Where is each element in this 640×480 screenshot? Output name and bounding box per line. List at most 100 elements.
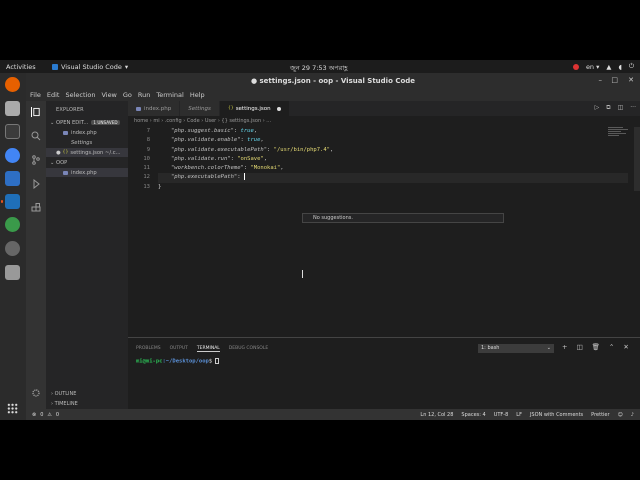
menu-view[interactable]: View — [101, 91, 116, 99]
explorer-header: EXPLORER — [56, 107, 84, 113]
mouse-ibeam-cursor — [302, 270, 306, 278]
prompt-user: mi@mi-pc — [136, 358, 163, 365]
timeline-section[interactable]: › TIMELINE — [46, 399, 128, 409]
code-editor[interactable]: "php.suggest.basic": true, "php.validate.… — [158, 127, 628, 192]
breadcrumb[interactable]: home › mi › .config › Code › User › {} s… — [134, 118, 271, 124]
run-icon[interactable]: ▷ — [595, 104, 600, 112]
open-editor-item[interactable]: Settings — [46, 138, 128, 147]
open-editor-label: settings.json ~/.c... — [70, 149, 121, 156]
menu-help[interactable]: Help — [190, 91, 205, 99]
explorer-icon[interactable] — [31, 107, 41, 117]
terminal-icon[interactable] — [5, 124, 20, 139]
menu-go[interactable]: Go — [123, 91, 132, 99]
settings-gear-icon[interactable] — [31, 388, 41, 398]
code-line[interactable]: } — [158, 183, 628, 192]
menu-run[interactable]: Run — [138, 91, 150, 99]
tab-settings-json[interactable]: {} settings.json — [219, 101, 290, 116]
open-editor-item[interactable]: ● {} settings.json ~/.c... — [46, 148, 128, 157]
tab-index-php[interactable]: index.php — [128, 101, 181, 116]
files-icon[interactable] — [5, 101, 20, 116]
show-applications-icon[interactable] — [7, 403, 18, 414]
open-editor-item[interactable]: index.php — [46, 128, 128, 137]
firefox-icon[interactable] — [5, 77, 20, 92]
code-line[interactable]: "php.executablePath": — [158, 173, 628, 183]
terminal-select[interactable]: 1: bash ⌄ — [478, 344, 554, 353]
split-editor-icon[interactable]: ◫ — [618, 104, 624, 112]
app-menu[interactable]: Visual Studio Code ▾ — [52, 63, 128, 71]
more-actions-icon[interactable]: ··· — [630, 104, 636, 112]
open-editors-section[interactable]: ⌄ OPEN EDIT... 1 UNSAVED — [46, 118, 128, 127]
bell-icon[interactable]: ♪ — [631, 412, 634, 418]
indentation[interactable]: Spaces: 4 — [461, 412, 485, 418]
prettier-status[interactable]: Prettier — [591, 412, 609, 418]
close-panel-icon[interactable]: ✕ — [623, 343, 628, 351]
vscode-dock-icon[interactable] — [5, 194, 20, 209]
status-bar: ⊗ 0 ⚠ 0 Ln 12, Col 28 Spaces: 4 UTF-8 LF… — [26, 409, 640, 420]
terminal-output[interactable]: mi@mi-pc:~/Desktop/oop$ — [136, 358, 220, 365]
open-preview-icon[interactable]: ⧉ — [606, 104, 610, 112]
maximize-panel-icon[interactable]: ⌃ — [609, 343, 614, 351]
tab-settings[interactable]: Settings — [180, 101, 220, 116]
extensions-icon[interactable] — [31, 203, 41, 213]
run-debug-icon[interactable] — [31, 179, 41, 189]
feedback-icon[interactable]: ☺ — [618, 412, 623, 418]
recording-icon[interactable] — [572, 63, 579, 70]
line-ending[interactable]: LF — [516, 412, 522, 418]
code-line[interactable]: "php.validate.enable": true, — [158, 136, 628, 145]
tab-output[interactable]: OUTPUT — [170, 346, 188, 352]
activity-bar — [26, 101, 46, 409]
tab-problems[interactable]: PROBLEMS — [136, 346, 161, 352]
close-icon[interactable]: ✕ — [628, 76, 634, 84]
code-line[interactable]: "php.validate.run": "onSave", — [158, 155, 628, 164]
new-terminal-icon[interactable]: + — [562, 343, 567, 351]
disk-icon[interactable] — [5, 241, 20, 256]
browser-icon[interactable] — [5, 217, 20, 232]
code-line[interactable]: "workbench.colorTheme": "Monokai", — [158, 164, 628, 173]
source-control-icon[interactable] — [31, 155, 41, 165]
suggestion-text: No suggestions. — [313, 215, 353, 221]
open-editor-label: index.php — [71, 129, 97, 136]
menu-edit[interactable]: Edit — [47, 91, 60, 99]
volume-icon[interactable]: ◖ — [618, 63, 621, 71]
minimap[interactable] — [608, 127, 630, 139]
usb-icon[interactable] — [5, 265, 20, 280]
suggestion-widget: No suggestions. — [302, 213, 504, 223]
code-line[interactable]: "php.suggest.basic": true, — [158, 127, 628, 136]
problems-status[interactable]: ⊗ 0 ⚠ 0 — [32, 412, 59, 418]
letterbox-top — [0, 0, 640, 60]
error-icon: ⊗ — [32, 412, 37, 418]
chrome-icon[interactable] — [5, 148, 20, 163]
editor-actions: ▷ ⧉ ◫ ··· — [595, 104, 636, 112]
code-line[interactable]: "php.validate.executablePath": "/usr/bin… — [158, 146, 628, 155]
gnome-top-bar: Activities Visual Studio Code ▾ জুন 29 7… — [0, 60, 640, 73]
network-icon[interactable]: ▲ — [606, 63, 611, 71]
tab-label: Settings — [188, 105, 211, 112]
line-number: 13 — [143, 183, 150, 190]
menu-selection[interactable]: Selection — [65, 91, 95, 99]
outline-section[interactable]: › OUTLINE — [46, 389, 128, 399]
unsaved-dot-icon[interactable] — [276, 106, 281, 111]
encoding[interactable]: UTF-8 — [494, 412, 509, 418]
search-icon[interactable] — [31, 131, 41, 141]
code-key: "workbench.colorTheme" — [171, 165, 244, 172]
trash-icon[interactable]: 🗑 — [592, 343, 600, 351]
tab-terminal[interactable]: TERMINAL — [196, 346, 220, 352]
maximize-icon[interactable]: □ — [611, 76, 618, 84]
menu-file[interactable]: File — [30, 91, 41, 99]
editor-scrollbar[interactable] — [634, 127, 640, 191]
code-punctuation: , — [329, 146, 334, 153]
text-editor-icon[interactable] — [5, 171, 20, 186]
tab-debug-console[interactable]: DEBUG CONSOLE — [229, 346, 268, 352]
folder-file-item[interactable]: index.php — [46, 168, 128, 177]
minimize-icon[interactable]: – — [599, 76, 603, 84]
activities-button[interactable]: Activities — [6, 63, 36, 71]
code-punctuation: , — [260, 137, 264, 144]
language-mode[interactable]: JSON with Comments — [530, 412, 583, 418]
line-number: 10 — [143, 155, 150, 162]
power-icon[interactable]: ⏻ — [629, 62, 634, 71]
language-indicator[interactable]: en ▾ — [586, 63, 599, 71]
menu-terminal[interactable]: Terminal — [156, 91, 183, 99]
cursor-position[interactable]: Ln 12, Col 28 — [420, 412, 453, 418]
folder-section[interactable]: ⌄ OOP — [46, 158, 128, 167]
split-terminal-icon[interactable]: ◫ — [576, 343, 582, 351]
